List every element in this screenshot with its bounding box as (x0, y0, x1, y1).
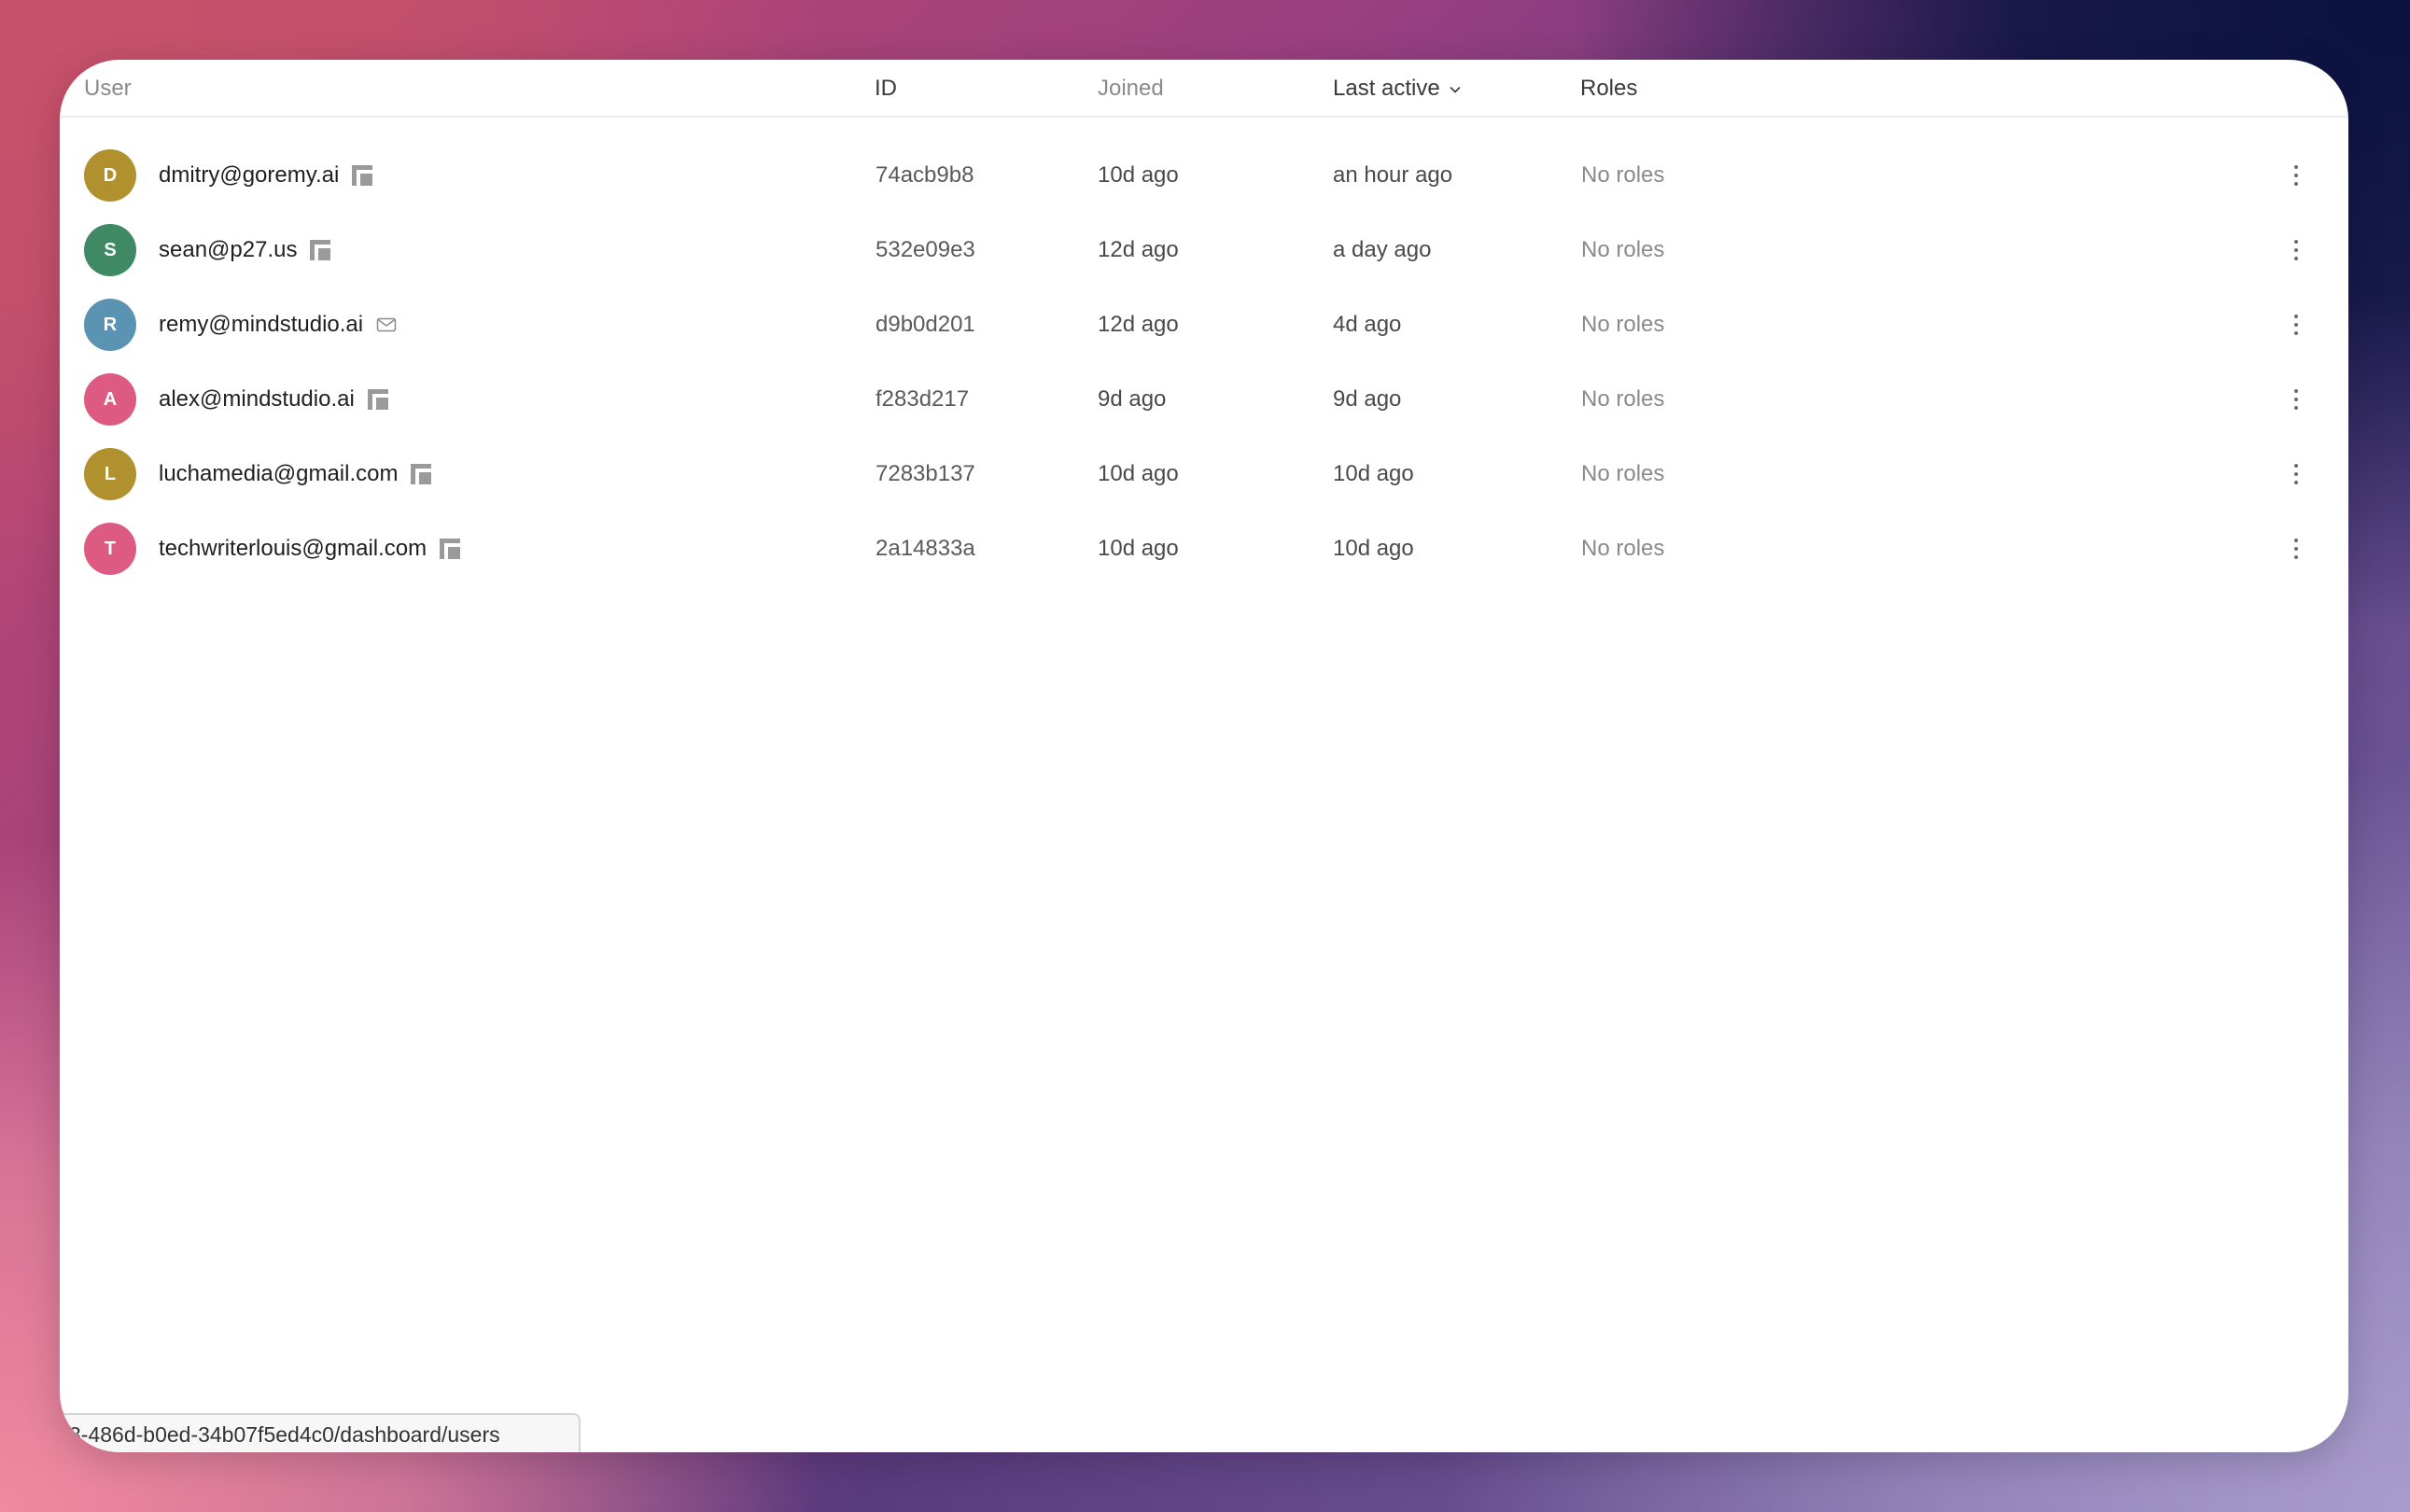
column-header-user[interactable]: User (84, 76, 132, 102)
status-bar-url: 3-486d-b0ed-34b07f5ed4c0/dashboard/users (60, 1413, 581, 1452)
user-email[interactable]: sean@p27.us (159, 235, 297, 265)
chevron-down-icon (1450, 87, 1461, 93)
joined-date: 10d ago (1098, 536, 1179, 561)
avatar: T (84, 523, 136, 575)
more-options-icon[interactable] (2281, 161, 2311, 190)
joined-date: 12d ago (1098, 237, 1179, 262)
user-email[interactable]: luchamedia@gmail.com (159, 459, 398, 489)
last-active: 4d ago (1333, 312, 1402, 337)
column-header-last-active[interactable]: Last active (1333, 76, 1463, 102)
avatar: D (84, 149, 136, 202)
user-cell: remy@mindstudio.ai (159, 310, 399, 340)
roles: No roles (1581, 386, 1665, 412)
user-id: 7283b137 (876, 461, 975, 486)
user-id: 2a14833a (876, 536, 975, 561)
microsoft-icon (409, 462, 433, 486)
user-id: 532e09e3 (876, 237, 975, 262)
user-cell: luchamedia@gmail.com (159, 459, 433, 489)
more-options-icon[interactable] (2281, 534, 2311, 564)
table-row[interactable]: Aalex@mindstudio.ai f283d217 9d ago 9d ago N… (60, 362, 2348, 437)
table-row[interactable]: Rremy@mindstudio.ai d9b0d201 12d ago 4d ago… (60, 287, 2348, 362)
joined-date: 12d ago (1098, 312, 1179, 337)
user-email[interactable]: alex@mindstudio.ai (159, 385, 355, 414)
roles: No roles (1581, 461, 1665, 486)
avatar: S (84, 224, 136, 276)
more-options-icon[interactable] (2281, 385, 2311, 414)
last-active: a day ago (1333, 237, 1432, 262)
table-header: User ID Joined Last active Roles (60, 60, 2348, 118)
last-active: 10d ago (1333, 536, 1414, 561)
last-active: 9d ago (1333, 386, 1402, 412)
column-header-joined[interactable]: Joined (1098, 76, 1164, 102)
avatar: L (84, 448, 136, 500)
user-cell: dmitry@goremy.ai (159, 161, 374, 190)
joined-date: 10d ago (1098, 162, 1179, 188)
column-header-id[interactable]: ID (875, 76, 897, 102)
last-active: an hour ago (1333, 162, 1453, 188)
avatar: R (84, 299, 136, 351)
mail-icon (374, 313, 399, 337)
user-email[interactable]: dmitry@goremy.ai (159, 161, 339, 190)
desktop-background: User ID Joined Last active Roles Ddmitry… (0, 0, 2410, 1512)
column-header-last-active-label: Last active (1333, 76, 1440, 101)
microsoft-icon (308, 238, 332, 262)
joined-date: 10d ago (1098, 461, 1179, 486)
table-row[interactable]: Ttechwriterlouis@gmail.com 2a14833a 10d ag… (60, 511, 2348, 586)
user-email[interactable]: techwriterlouis@gmail.com (159, 534, 427, 564)
column-header-roles[interactable]: Roles (1580, 76, 1637, 102)
user-email[interactable]: remy@mindstudio.ai (159, 310, 363, 340)
user-cell: techwriterlouis@gmail.com (159, 534, 462, 564)
microsoft-icon (350, 163, 374, 188)
user-cell: sean@p27.us (159, 235, 332, 265)
table-row[interactable]: Lluchamedia@gmail.com 7283b137 10d ago 10d … (60, 437, 2348, 511)
roles: No roles (1581, 536, 1665, 561)
more-options-icon[interactable] (2281, 310, 2311, 340)
user-id: d9b0d201 (876, 312, 975, 337)
more-options-icon[interactable] (2281, 235, 2311, 265)
users-window: User ID Joined Last active Roles Ddmitry… (60, 60, 2348, 1452)
avatar: A (84, 373, 136, 426)
last-active: 10d ago (1333, 461, 1414, 486)
roles: No roles (1581, 162, 1665, 188)
user-id: f283d217 (876, 386, 970, 412)
more-options-icon[interactable] (2281, 459, 2311, 489)
microsoft-icon (366, 387, 390, 412)
roles: No roles (1581, 237, 1665, 262)
user-id: 74acb9b8 (876, 162, 974, 188)
user-cell: alex@mindstudio.ai (159, 385, 390, 414)
table-row[interactable]: Ssean@p27.us 532e09e3 12d ago a day ago No r… (60, 213, 2348, 287)
roles: No roles (1581, 312, 1665, 337)
microsoft-icon (438, 537, 462, 561)
table-row[interactable]: Ddmitry@goremy.ai 74acb9b8 10d ago an hour … (60, 138, 2348, 213)
joined-date: 9d ago (1098, 386, 1167, 412)
